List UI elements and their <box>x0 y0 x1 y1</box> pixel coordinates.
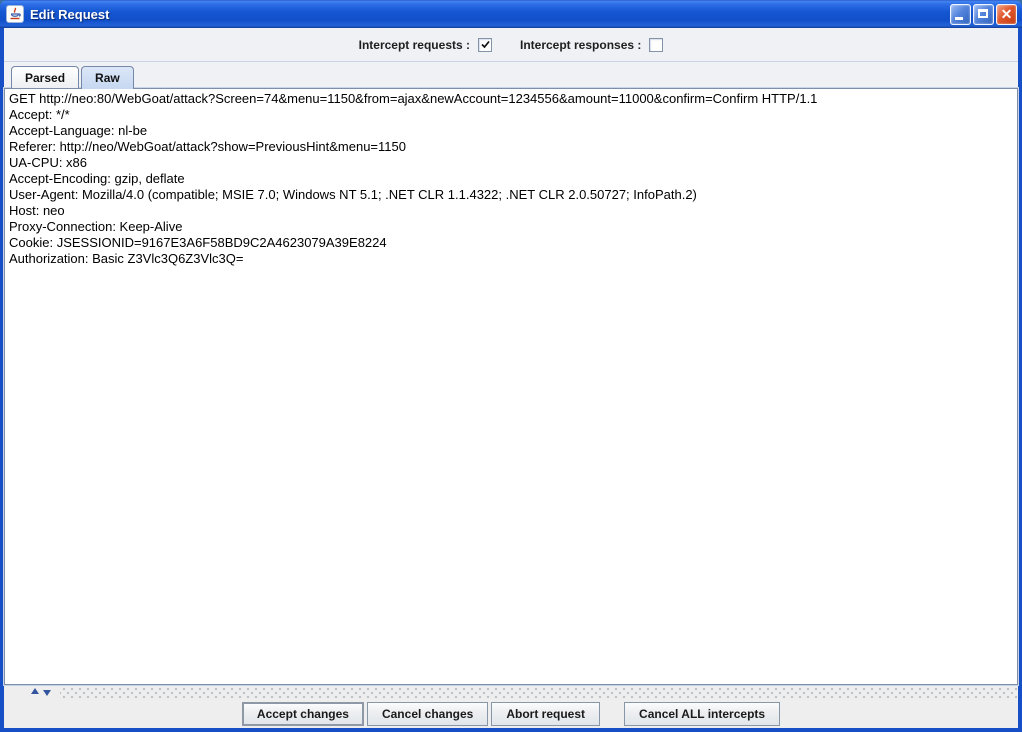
close-icon: ✕ <box>997 5 1016 24</box>
intercept-requests-group: Intercept requests : <box>359 38 492 52</box>
request-view-tabs: Parsed Raw <box>4 62 1018 88</box>
minimize-icon <box>955 17 963 20</box>
window-body: Intercept requests : Intercept responses… <box>0 28 1022 732</box>
cancel-all-intercepts-button[interactable]: Cancel ALL intercepts <box>624 702 780 726</box>
http-header-line: Authorization: Basic Z3Vlc3Q6Z3Vlc3Q= <box>9 251 1017 267</box>
minimize-button[interactable] <box>950 4 971 25</box>
http-header-line: Accept-Language: nl-be <box>9 123 1017 139</box>
http-header-line: Cookie: JSESSIONID=9167E3A6F58BD9C2A4623… <box>9 235 1017 251</box>
java-cup-icon <box>8 7 22 21</box>
titlebar[interactable]: Edit Request ✕ <box>0 0 1022 28</box>
http-header-line: Accept: */* <box>9 107 1017 123</box>
intercept-bar: Intercept requests : Intercept responses… <box>4 28 1018 62</box>
http-header-line: GET http://neo:80/WebGoat/attack?Screen=… <box>9 91 1017 107</box>
edit-request-window: Edit Request ✕ Intercept requests : Inte… <box>0 0 1022 732</box>
intercept-requests-checkbox[interactable] <box>478 38 492 52</box>
splitpane-divider[interactable] <box>4 685 1018 699</box>
maximize-icon <box>978 9 988 18</box>
intercept-responses-checkbox[interactable] <box>649 38 663 52</box>
http-header-line: Host: neo <box>9 203 1017 219</box>
tab-raw[interactable]: Raw <box>81 66 134 89</box>
cancel-changes-button[interactable]: Cancel changes <box>367 702 488 726</box>
http-header-line: Referer: http://neo/WebGoat/attack?show=… <box>9 139 1017 155</box>
check-icon <box>480 39 491 50</box>
window-title: Edit Request <box>30 7 948 22</box>
intercept-responses-group: Intercept responses : <box>520 38 663 52</box>
accept-changes-button[interactable]: Accept changes <box>242 702 364 726</box>
http-header-line: User-Agent: Mozilla/4.0 (compatible; MSI… <box>9 187 1017 203</box>
abort-request-button[interactable]: Abort request <box>491 702 600 726</box>
http-header-line: Accept-Encoding: gzip, deflate <box>9 171 1017 187</box>
maximize-button[interactable] <box>973 4 994 25</box>
http-header-line: UA-CPU: x86 <box>9 155 1017 171</box>
intercept-requests-label: Intercept requests : <box>359 38 470 52</box>
close-button[interactable]: ✕ <box>996 4 1017 25</box>
http-header-line: Proxy-Connection: Keep-Alive <box>9 219 1017 235</box>
tab-parsed[interactable]: Parsed <box>11 66 79 88</box>
collapse-up-icon[interactable] <box>31 688 39 694</box>
request-raw-text[interactable]: GET http://neo:80/WebGoat/attack?Screen=… <box>4 88 1018 685</box>
intercept-responses-label: Intercept responses : <box>520 38 641 52</box>
action-button-bar: Accept changes Cancel changes Abort requ… <box>4 699 1018 728</box>
java-app-icon[interactable] <box>6 5 24 23</box>
collapse-down-icon[interactable] <box>43 690 51 696</box>
